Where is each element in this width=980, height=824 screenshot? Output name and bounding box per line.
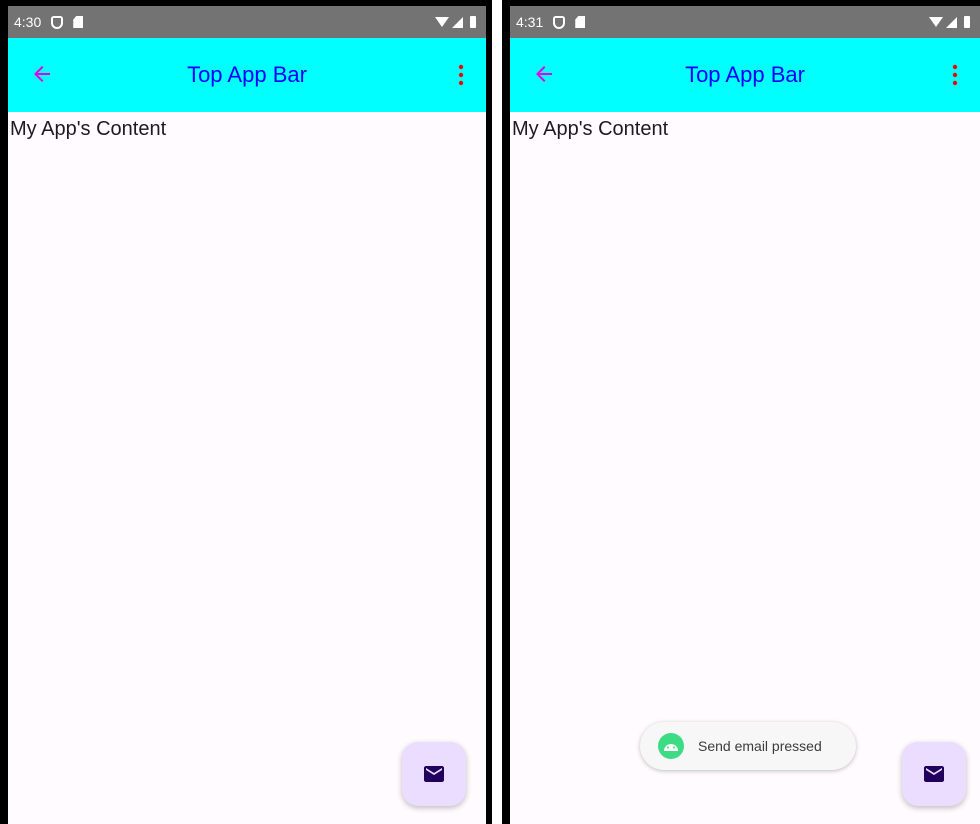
app-bar-title: Top App Bar — [187, 62, 307, 87]
phone-screen-1: 4:30 Top App Bar My App's Content — [8, 6, 486, 824]
phone-frame-2: 4:31 Top App Bar My App's Content Send e… — [502, 0, 980, 824]
sd-card-icon — [575, 16, 586, 28]
phone-frame-1: 4:30 Top App Bar My App's Content — [0, 0, 492, 824]
more-vert-icon[interactable] — [952, 64, 958, 86]
signal-icon — [452, 16, 463, 28]
status-time: 4:31 — [516, 14, 544, 30]
app-bar-title: Top App Bar — [685, 62, 805, 87]
battery-icon — [470, 16, 476, 28]
phone-screen-2: 4:31 Top App Bar My App's Content Send e… — [510, 6, 980, 824]
shield-icon — [553, 15, 566, 29]
more-vert-icon[interactable] — [458, 64, 464, 86]
toast-message: Send email pressed — [640, 722, 856, 770]
status-time: 4:30 — [14, 14, 42, 30]
status-bar: 4:31 — [510, 6, 980, 38]
comparison-stage: 4:30 Top App Bar My App's Content 4:31 T… — [0, 0, 980, 824]
status-icons — [435, 16, 476, 28]
top-app-bar: Top App Bar — [8, 38, 486, 112]
android-icon — [658, 733, 684, 759]
status-icons — [929, 16, 970, 28]
battery-icon — [964, 16, 970, 28]
shield-icon — [51, 15, 64, 29]
send-email-fab[interactable] — [402, 742, 466, 806]
status-bar: 4:30 — [8, 6, 486, 38]
content-text: My App's Content — [10, 118, 167, 140]
wifi-icon — [929, 17, 943, 27]
email-icon — [924, 766, 944, 782]
send-email-fab[interactable] — [902, 742, 966, 806]
sd-card-icon — [73, 16, 84, 28]
signal-icon — [946, 16, 957, 28]
content-text: My App's Content — [512, 118, 669, 140]
toast-text: Send email pressed — [698, 738, 822, 754]
wifi-icon — [435, 17, 449, 27]
top-app-bar: Top App Bar — [510, 38, 980, 112]
email-icon — [424, 766, 444, 782]
